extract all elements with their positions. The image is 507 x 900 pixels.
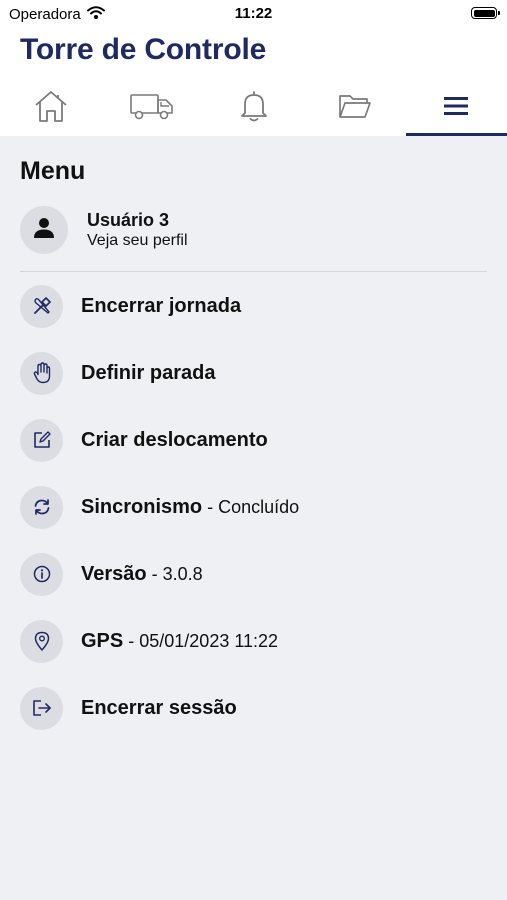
- divider: [20, 271, 487, 272]
- version-number: 3.0.8: [162, 563, 203, 584]
- profile-subtitle: Veja seu perfil: [87, 232, 188, 249]
- tab-home[interactable]: [0, 76, 101, 136]
- menu-screen: Menu Usuário 3 Veja seu perfil Encerrar …: [0, 136, 507, 900]
- gps-timestamp: 05/01/2023 11:22: [139, 630, 279, 651]
- menu-item-label: Versão - 3.0.8: [81, 562, 203, 585]
- tab-notifications[interactable]: [203, 76, 304, 136]
- menu-item-end-journey[interactable]: Encerrar jornada: [20, 284, 487, 328]
- menu-item-logout[interactable]: Encerrar sessão: [20, 686, 487, 730]
- tools-icon: [20, 284, 63, 328]
- menu-item-version[interactable]: Versão - 3.0.8: [20, 552, 487, 596]
- location-pin-icon: [20, 619, 63, 663]
- menu-item-label: Criar deslocamento: [81, 428, 268, 451]
- folder-icon: [338, 92, 372, 120]
- menu-item-label: Encerrar sessão: [81, 696, 237, 719]
- sync-status: Concluído: [218, 496, 300, 517]
- tab-menu[interactable]: [405, 76, 507, 136]
- status-time: 11:22: [234, 5, 273, 22]
- tab-documents[interactable]: [304, 76, 405, 136]
- tab-bar: [0, 76, 507, 136]
- app-header: Operadora 11:22 Torre de Controle: [0, 0, 507, 136]
- tab-truck[interactable]: [101, 76, 202, 136]
- menu-item-sync[interactable]: Sincronismo - Concluído: [20, 485, 487, 529]
- profile-item[interactable]: Usuário 3 Veja seu perfil: [20, 204, 487, 256]
- menu-item-label: GPS - 05/01/2023 11:22: [81, 629, 279, 652]
- truck-icon: [129, 90, 175, 122]
- menu-item-label: Encerrar jornada: [81, 294, 242, 317]
- menu-icon: [443, 96, 469, 116]
- info-icon: [20, 552, 63, 596]
- menu-item-gps[interactable]: GPS - 05/01/2023 11:22: [20, 619, 487, 663]
- menu-title: Menu: [20, 157, 86, 185]
- menu-item-create-trip[interactable]: Criar deslocamento: [20, 418, 487, 462]
- battery-icon: [471, 7, 500, 19]
- logout-icon: [20, 686, 63, 730]
- menu-item-label: Sincronismo - Concluído: [81, 495, 300, 518]
- menu-item-define-stop[interactable]: Definir parada: [20, 351, 487, 395]
- hand-icon: [20, 351, 63, 395]
- home-icon: [33, 89, 69, 123]
- status-bar: Operadora 11:22: [0, 0, 507, 28]
- sync-icon: [20, 485, 63, 529]
- profile-name: Usuário 3: [87, 210, 170, 230]
- edit-icon: [20, 418, 63, 462]
- menu-item-label: Definir parada: [81, 361, 216, 384]
- bell-icon: [239, 89, 269, 123]
- app-title: Torre de Controle: [20, 33, 267, 66]
- avatar: [20, 206, 68, 254]
- person-icon: [33, 217, 55, 244]
